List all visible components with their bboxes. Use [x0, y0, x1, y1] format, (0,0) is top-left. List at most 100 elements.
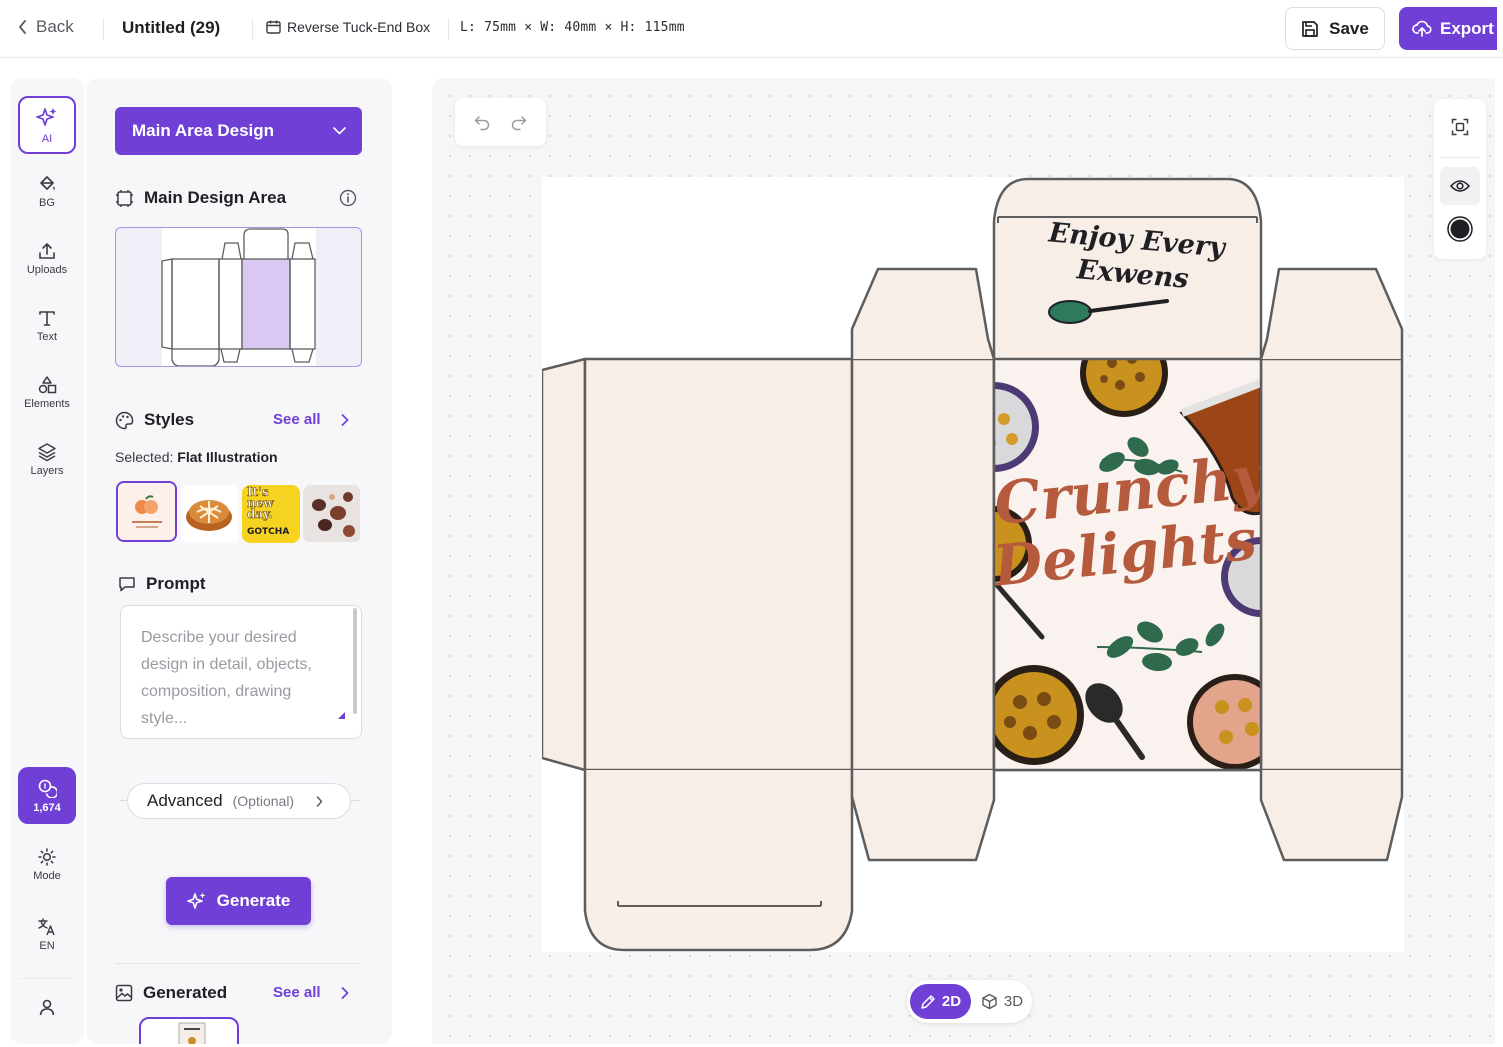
shapes-icon	[38, 375, 57, 393]
generated-design-thumb[interactable]	[139, 1017, 239, 1044]
box-dieline[interactable]: Crunchy Delights Enjoy Every Exwens	[540, 177, 1404, 952]
project-title[interactable]: Untitled (29)	[122, 18, 220, 38]
translate-icon	[38, 917, 55, 935]
rail-item-layers[interactable]: Layers	[18, 430, 76, 488]
chevron-down-icon	[333, 127, 346, 135]
rail-item-text[interactable]: Text	[18, 296, 76, 354]
chevron-left-icon	[19, 20, 26, 34]
preview-toggle[interactable]	[1440, 167, 1480, 205]
dropdown-value: Main Area Design	[132, 121, 275, 140]
rail-label: Layers	[30, 464, 64, 477]
undo-button[interactable]	[474, 114, 491, 131]
redo-icon	[511, 115, 526, 130]
history-toolbar	[455, 98, 546, 146]
cube-icon	[982, 993, 997, 1010]
redo-button[interactable]	[510, 114, 527, 131]
mode-3d-button[interactable]: 3D	[976, 984, 1028, 1019]
save-label: Save	[1329, 18, 1369, 38]
tool-rail: AI BG Uploads Text Elements Layers 1,674…	[10, 78, 84, 1044]
view-mode-switch: 2D 3D	[907, 980, 1032, 1023]
eye-icon	[1450, 180, 1470, 192]
selected-style-name: Flat Illustration	[177, 449, 278, 465]
thumb-text-line: GOTCHA	[247, 527, 290, 537]
prompt-textarea[interactable]: Describe your desired design in detail, …	[120, 605, 362, 739]
back-button[interactable]: Back	[18, 17, 74, 37]
design-area-title: Main Design Area	[144, 188, 287, 207]
calendar-box-icon	[266, 20, 281, 34]
thumb-text-line: day.	[247, 507, 274, 521]
rail-item-language[interactable]: EN	[18, 905, 76, 963]
rail-label: BG	[39, 196, 55, 209]
see-all-label: See all	[273, 984, 321, 1001]
color-circle-icon	[1447, 216, 1473, 242]
user-profile-button[interactable]	[18, 978, 76, 1034]
mode-2d-button[interactable]: 2D	[910, 984, 971, 1019]
styles-see-all-link[interactable]: See all	[273, 411, 349, 428]
styles-heading: Styles	[115, 410, 194, 430]
advanced-options-toggle[interactable]: Advanced (Optional)	[127, 783, 351, 819]
fit-to-screen-button[interactable]	[1440, 108, 1480, 146]
prompt-heading: Prompt	[118, 574, 206, 594]
info-icon[interactable]	[339, 189, 357, 212]
rail-label: Uploads	[26, 263, 68, 276]
generated-see-all-link[interactable]: See all	[273, 984, 349, 1001]
rail-label: Text	[36, 330, 58, 343]
rail-item-mode[interactable]: Mode	[18, 835, 76, 893]
ai-design-panel: Main Area Design Main Design Area Styles…	[86, 78, 392, 1044]
sparkle-icon	[186, 892, 206, 909]
divider	[103, 18, 104, 40]
undo-icon	[475, 115, 490, 130]
layers-icon	[38, 442, 56, 461]
divider	[448, 18, 449, 40]
box-type: Reverse Tuck-End Box	[266, 19, 430, 35]
sparkle-icon	[36, 107, 57, 126]
generated-heading: Generated	[115, 983, 227, 1003]
frame-icon	[116, 189, 133, 207]
save-icon	[1302, 20, 1318, 37]
advanced-label: Advanced	[147, 791, 223, 810]
rail-item-bg[interactable]: BG	[18, 162, 76, 220]
divider	[115, 963, 362, 964]
paint-bucket-icon	[40, 175, 55, 190]
pencil-icon	[921, 994, 935, 1009]
divider	[252, 18, 253, 40]
dieline-area-selector[interactable]	[115, 227, 362, 367]
style-thumb-bun-photo[interactable]	[181, 485, 239, 543]
chevron-right-icon	[316, 795, 323, 807]
chevron-right-icon	[341, 986, 348, 999]
selected-style: Selected: Flat Illustration	[115, 449, 278, 465]
generate-button[interactable]: Generate	[166, 877, 311, 925]
chevron-right-icon	[341, 413, 348, 426]
rail-label: EN	[39, 939, 55, 952]
prompt-scrollbar[interactable]	[353, 608, 357, 714]
export-button[interactable]: Export	[1399, 7, 1497, 50]
save-button[interactable]: Save	[1285, 7, 1385, 50]
color-swatch-button[interactable]	[1440, 210, 1480, 248]
rail-label: AI	[41, 132, 53, 145]
style-thumb-flat-illustration[interactable]	[116, 481, 177, 542]
chat-bubble-icon	[119, 577, 135, 592]
style-thumb-its-new-day[interactable]: It's new day. GOTCHA	[242, 485, 300, 543]
mode-3d-label: 3D	[1003, 993, 1024, 1010]
rail-item-elements[interactable]: Elements	[18, 363, 76, 421]
generated-title: Generated	[143, 983, 228, 1002]
rail-label: Mode	[33, 869, 61, 882]
user-icon	[39, 999, 55, 1015]
styles-title: Styles	[144, 410, 195, 429]
cloud-upload-icon	[1412, 20, 1432, 37]
rail-item-uploads[interactable]: Uploads	[18, 229, 76, 287]
selected-prefix: Selected:	[115, 449, 174, 465]
artboard[interactable]: Crunchy Delights Enjoy Every Exwens	[540, 177, 1404, 952]
style-thumb-pattern-collage[interactable]	[303, 485, 361, 543]
resize-handle-icon[interactable]	[338, 712, 345, 719]
generate-label: Generate	[216, 891, 291, 910]
credits-count: 1,674	[33, 801, 61, 814]
design-area-dropdown[interactable]: Main Area Design	[115, 107, 362, 155]
mode-2d-label: 2D	[941, 993, 962, 1010]
rail-item-ai[interactable]: AI	[18, 96, 76, 154]
credits-button[interactable]: 1,674	[18, 767, 76, 824]
box-type-label: Reverse Tuck-End Box	[287, 19, 431, 35]
box-dimensions: L: 75mm × W: 40mm × H: 115mm	[460, 20, 685, 35]
image-icon	[115, 984, 133, 1002]
see-all-label: See all	[273, 411, 321, 428]
